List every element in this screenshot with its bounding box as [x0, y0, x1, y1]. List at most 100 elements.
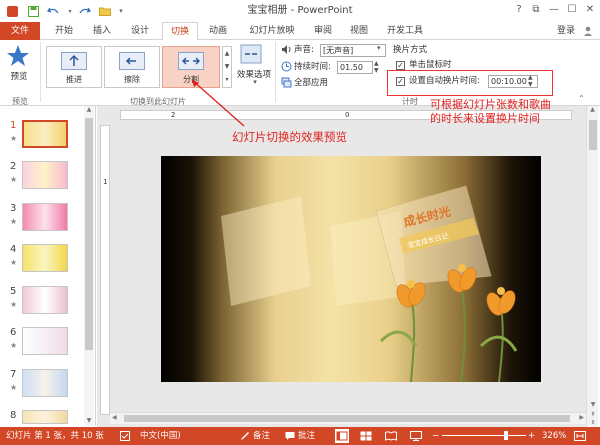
- slide-number: 3: [10, 203, 17, 214]
- transition-star-icon: ★: [10, 217, 18, 226]
- zoom-slider-thumb[interactable]: [503, 431, 508, 440]
- user-icon[interactable]: [580, 22, 596, 40]
- maximize-button[interactable]: ☐: [563, 2, 581, 18]
- folder-icon[interactable]: [98, 3, 112, 19]
- customize-qat-icon[interactable]: ▾: [116, 3, 126, 19]
- collapse-ribbon-icon[interactable]: ⌃: [578, 94, 585, 103]
- tab-review[interactable]: 审阅: [308, 22, 338, 40]
- on-click-checkbox[interactable]: ✓: [396, 61, 405, 70]
- reading-view-icon[interactable]: [385, 427, 399, 445]
- slide-sorter-icon[interactable]: [360, 427, 374, 445]
- zoom-level[interactable]: 326%: [542, 427, 566, 445]
- sound-dropdown-icon[interactable]: ▾: [377, 44, 381, 52]
- apply-all-button[interactable]: 全部应用: [294, 76, 328, 90]
- effect-options-icon[interactable]: [240, 44, 264, 66]
- transition-wipe[interactable]: 擦除: [104, 46, 160, 88]
- slide-thumbnail[interactable]: [22, 203, 68, 231]
- canvas-vertical-scrollbar[interactable]: ▲ ▼ ⇞ ⇟: [586, 106, 598, 426]
- help-button[interactable]: ?: [510, 2, 528, 18]
- notes-button[interactable]: 备注: [253, 427, 270, 445]
- annotation-arrow: [191, 79, 245, 127]
- scrollbar-thumb[interactable]: [124, 415, 570, 422]
- chevron-up-icon[interactable]: ▲: [223, 47, 231, 60]
- login-link[interactable]: 登录: [552, 22, 580, 40]
- canvas-horizontal-scrollbar[interactable]: ◀ ▶: [110, 412, 586, 424]
- tab-animations[interactable]: 动画: [202, 22, 234, 40]
- slide-thumbnail[interactable]: [22, 410, 68, 424]
- effect-preview-annotation: 幻灯片切换的效果预览: [232, 130, 347, 144]
- ruler-label: 2: [171, 111, 176, 119]
- scrollbar-thumb[interactable]: [589, 120, 597, 150]
- current-slide[interactable]: 成长时光 宝宝成长日记: [161, 156, 541, 382]
- redo-icon[interactable]: [78, 3, 92, 19]
- comments-icon[interactable]: [285, 427, 297, 445]
- slideshow-view-icon[interactable]: [410, 427, 424, 445]
- scroll-right-icon[interactable]: ▶: [579, 414, 584, 421]
- duration-label: 持续时间:: [294, 62, 331, 72]
- slide-count-status: 幻灯片 第 1 张，共 10 张: [6, 431, 104, 441]
- previous-slide-icon[interactable]: ⇞: [587, 411, 599, 418]
- preview-star-icon[interactable]: [6, 44, 32, 70]
- split-icon: [178, 52, 204, 70]
- minimize-button[interactable]: —: [545, 2, 563, 18]
- tab-slideshow[interactable]: 幻灯片放映: [240, 22, 304, 40]
- clock-icon: [281, 61, 293, 73]
- scroll-up-icon[interactable]: ▲: [84, 106, 94, 113]
- slide-thumbnail[interactable]: [22, 369, 68, 397]
- slide-thumbnail[interactable]: [22, 244, 68, 272]
- spellcheck-icon[interactable]: [120, 427, 132, 445]
- slide-thumbnail[interactable]: [22, 286, 68, 314]
- apply-all-icon: [281, 77, 293, 89]
- transition-push[interactable]: 推进: [46, 46, 102, 88]
- push-icon: [61, 52, 87, 70]
- undo-icon[interactable]: [46, 3, 60, 19]
- advance-slide-title: 换片方式: [393, 45, 428, 55]
- zoom-in-icon[interactable]: +: [528, 427, 536, 445]
- zoom-slider[interactable]: [442, 435, 526, 436]
- timing-annotation: 可根据幻灯片张数和歌曲的时长来设置换片时间: [430, 98, 551, 125]
- tab-developer[interactable]: 开发工具: [382, 22, 428, 40]
- tab-transitions[interactable]: 切换: [162, 22, 198, 41]
- tab-view[interactable]: 视图: [344, 22, 374, 40]
- preview-button[interactable]: 预览: [4, 70, 34, 82]
- sound-icon: [281, 44, 293, 56]
- wipe-icon: [119, 52, 145, 70]
- comments-button[interactable]: 批注: [298, 427, 315, 445]
- slide-thumbnail[interactable]: [22, 161, 68, 189]
- save-icon[interactable]: [26, 3, 40, 19]
- next-slide-icon[interactable]: ⇟: [587, 419, 599, 426]
- tab-file[interactable]: 文件: [0, 22, 40, 40]
- transition-push-label: 推进: [66, 75, 82, 84]
- thumbnail-scrollbar[interactable]: ▲ ▼: [84, 106, 94, 426]
- transition-star-icon: ★: [10, 300, 18, 309]
- timing-highlight-box: [387, 70, 553, 96]
- undo-dropdown-icon[interactable]: ▾: [66, 3, 74, 19]
- language-status[interactable]: 中文(中国): [140, 427, 181, 445]
- zoom-out-icon[interactable]: −: [432, 427, 440, 445]
- close-button[interactable]: ✕: [581, 2, 599, 18]
- scroll-up-icon[interactable]: ▲: [587, 106, 598, 113]
- scroll-down-icon[interactable]: ▼: [587, 401, 599, 408]
- normal-view-icon[interactable]: [335, 429, 349, 443]
- duration-input[interactable]: 01.50: [337, 61, 373, 74]
- tab-insert[interactable]: 插入: [86, 22, 118, 40]
- duration-spinner[interactable]: ▲ ▼: [374, 60, 379, 74]
- group-separator: [40, 42, 41, 102]
- scrollbar-thumb[interactable]: [85, 118, 93, 350]
- transition-star-icon: ★: [10, 383, 18, 392]
- slide-number: 5: [10, 286, 17, 297]
- ribbon-display-button[interactable]: ⧉: [527, 2, 545, 18]
- transition-star-icon: ★: [10, 258, 18, 267]
- scroll-down-icon[interactable]: ▼: [84, 417, 94, 424]
- slide-artwork: [221, 185, 518, 382]
- slide-thumbnail[interactable]: [22, 120, 68, 148]
- slide-thumbnail[interactable]: [22, 327, 68, 355]
- slide-number: 4: [10, 244, 17, 255]
- fit-to-window-icon[interactable]: [574, 427, 588, 445]
- slide-number: 6: [10, 327, 17, 338]
- app-icon: [6, 3, 18, 19]
- scroll-left-icon[interactable]: ◀: [112, 414, 117, 421]
- notes-icon[interactable]: [240, 427, 252, 445]
- tab-design[interactable]: 设计: [124, 22, 156, 40]
- tab-home[interactable]: 开始: [48, 22, 80, 40]
